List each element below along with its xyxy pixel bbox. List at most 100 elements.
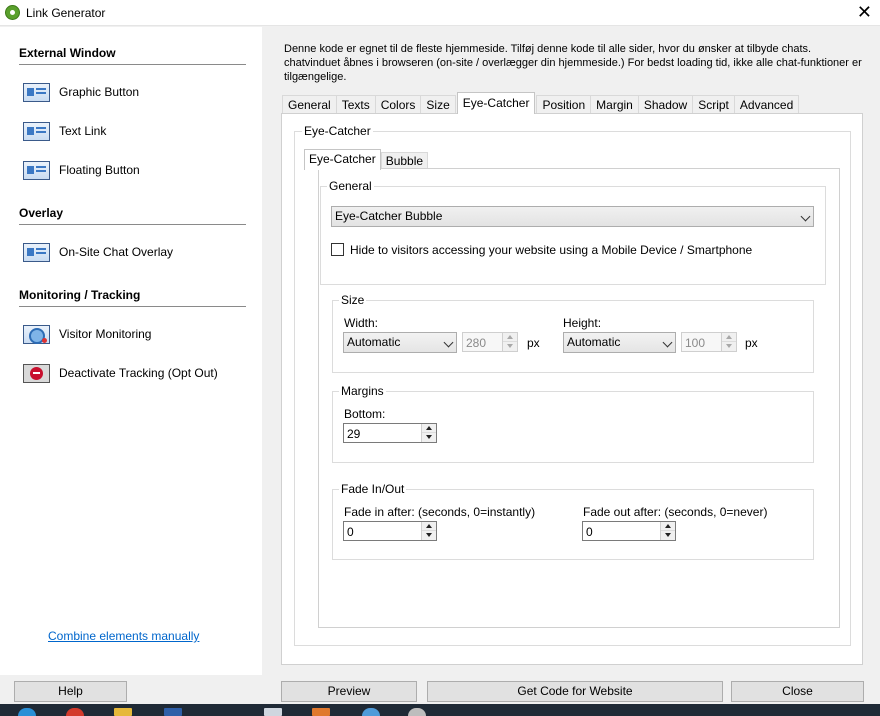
window-title: Link Generator xyxy=(26,6,106,20)
bottom-margin-label: Bottom: xyxy=(344,407,386,421)
chevron-down-icon xyxy=(662,337,673,348)
sidebar-item-label: Deactivate Tracking (Opt Out) xyxy=(59,366,218,380)
height-label: Height: xyxy=(563,316,602,330)
text-link-icon xyxy=(23,121,50,141)
sidebar-item-text-link[interactable]: Text Link xyxy=(23,119,253,143)
stepper-down-icon[interactable] xyxy=(422,531,436,540)
sidebar-item-label: Floating Button xyxy=(59,163,140,177)
title-bar: Link Generator ✕ xyxy=(0,0,880,26)
sidebar-item-visitor-monitoring[interactable]: Visitor Monitoring xyxy=(23,322,253,346)
width-value-stepper[interactable]: 280 xyxy=(462,332,518,352)
group-label: General xyxy=(327,179,374,193)
taskbar xyxy=(0,704,880,716)
stepper-value: 29 xyxy=(347,427,361,441)
width-unit: px xyxy=(527,336,540,350)
sidebar: External Window Graphic Button Text Link… xyxy=(0,27,262,675)
visitor-monitoring-icon xyxy=(23,324,50,344)
bottom-margin-stepper[interactable]: 29 xyxy=(343,423,437,443)
height-mode-select[interactable]: Automatic xyxy=(563,332,676,353)
height-unit: px xyxy=(745,336,758,350)
tab-shadow[interactable]: Shadow xyxy=(637,95,694,114)
get-code-button[interactable]: Get Code for Website xyxy=(427,681,723,702)
taskbar-app-icon[interactable] xyxy=(18,708,36,716)
stepper-up-icon[interactable] xyxy=(661,522,675,531)
width-label: Width: xyxy=(344,316,379,330)
stepper-down-icon[interactable] xyxy=(503,342,517,351)
sidebar-item-chat-overlay[interactable]: On-Site Chat Overlay xyxy=(23,240,253,264)
select-value: Eye-Catcher Bubble xyxy=(335,209,443,223)
help-button[interactable]: Help xyxy=(14,681,127,702)
group-label: Eye-Catcher xyxy=(302,124,373,138)
graphic-button-icon xyxy=(23,82,50,102)
fade-in-stepper[interactable]: 0 xyxy=(343,521,437,541)
taskbar-app-icon[interactable] xyxy=(114,708,132,716)
tab-colors[interactable]: Colors xyxy=(374,95,422,114)
chevron-down-icon xyxy=(443,337,454,348)
close-button[interactable]: Close xyxy=(731,681,864,702)
width-mode-select[interactable]: Automatic xyxy=(343,332,457,353)
taskbar-app-icon[interactable] xyxy=(312,708,330,716)
floating-button-icon xyxy=(23,160,50,180)
select-value: Automatic xyxy=(567,335,621,349)
taskbar-app-icon[interactable] xyxy=(66,708,84,716)
tab-texts[interactable]: Texts xyxy=(335,95,376,114)
sidebar-item-floating-button[interactable]: Floating Button xyxy=(23,158,253,182)
sidebar-item-label: On-Site Chat Overlay xyxy=(59,245,174,259)
stepper-value: 100 xyxy=(685,336,706,350)
chat-overlay-icon xyxy=(23,242,50,262)
subtab-eye-catcher[interactable]: Eye-Catcher xyxy=(304,149,381,170)
sidebar-heading-external-window: External Window xyxy=(19,46,116,60)
hide-mobile-label: Hide to visitors accessing your website … xyxy=(350,243,753,257)
sidebar-heading-overlay: Overlay xyxy=(19,206,64,220)
eye-catcher-type-select[interactable]: Eye-Catcher Bubble xyxy=(331,206,814,227)
sidebar-item-graphic-button[interactable]: Graphic Button xyxy=(23,80,253,104)
app-gear-icon xyxy=(5,5,20,20)
group-label: Margins xyxy=(339,384,386,398)
select-value: Automatic xyxy=(347,335,401,349)
tab-general[interactable]: General xyxy=(282,95,337,114)
stepper-value: 0 xyxy=(586,525,593,539)
height-value-stepper[interactable]: 100 xyxy=(681,332,737,352)
tab-margin[interactable]: Margin xyxy=(590,95,639,114)
taskbar-app-icon[interactable] xyxy=(362,708,380,716)
combine-elements-link[interactable]: Combine elements manually xyxy=(48,629,199,643)
chevron-down-icon xyxy=(800,211,811,222)
taskbar-app-icon[interactable] xyxy=(408,708,426,716)
fade-out-stepper[interactable]: 0 xyxy=(582,521,676,541)
divider xyxy=(19,224,246,225)
tab-eye-catcher[interactable]: Eye-Catcher xyxy=(456,92,536,114)
stepper-up-icon[interactable] xyxy=(503,333,517,342)
stepper-down-icon[interactable] xyxy=(722,342,736,351)
group-label: Fade In/Out xyxy=(339,482,407,496)
preview-button[interactable]: Preview xyxy=(281,681,417,702)
taskbar-app-icon[interactable] xyxy=(264,708,282,716)
deactivate-tracking-icon xyxy=(23,363,50,383)
taskbar-app-icon[interactable] xyxy=(164,708,182,716)
sub-tab-bar: Eye-Catcher Bubble xyxy=(304,148,429,170)
hide-mobile-checkbox[interactable] xyxy=(331,243,344,256)
window-close-button[interactable]: ✕ xyxy=(857,2,872,22)
divider xyxy=(19,64,246,65)
sidebar-item-label: Visitor Monitoring xyxy=(59,327,152,341)
sidebar-item-label: Text Link xyxy=(59,124,107,138)
sidebar-heading-monitoring: Monitoring / Tracking xyxy=(19,288,141,302)
stepper-value: 0 xyxy=(347,525,354,539)
main-tab-bar: General Texts Colors Size Eye-Catcher Po… xyxy=(282,92,800,114)
sidebar-item-deactivate-tracking[interactable]: Deactivate Tracking (Opt Out) xyxy=(23,361,253,385)
description-text: Denne kode er egnet til de fleste hjemme… xyxy=(284,43,862,83)
tab-script[interactable]: Script xyxy=(692,95,735,114)
general-group: General xyxy=(320,179,826,285)
stepper-down-icon[interactable] xyxy=(422,433,436,442)
stepper-value: 280 xyxy=(466,336,487,350)
tab-advanced[interactable]: Advanced xyxy=(733,95,800,114)
stepper-up-icon[interactable] xyxy=(422,522,436,531)
divider xyxy=(19,306,246,307)
tab-position[interactable]: Position xyxy=(536,95,592,114)
stepper-up-icon[interactable] xyxy=(722,333,736,342)
stepper-down-icon[interactable] xyxy=(661,531,675,540)
fade-in-label: Fade in after: (seconds, 0=instantly) xyxy=(344,505,536,519)
group-label: Size xyxy=(339,293,367,307)
tab-size[interactable]: Size xyxy=(420,95,456,114)
sidebar-item-label: Graphic Button xyxy=(59,85,140,99)
stepper-up-icon[interactable] xyxy=(422,424,436,433)
